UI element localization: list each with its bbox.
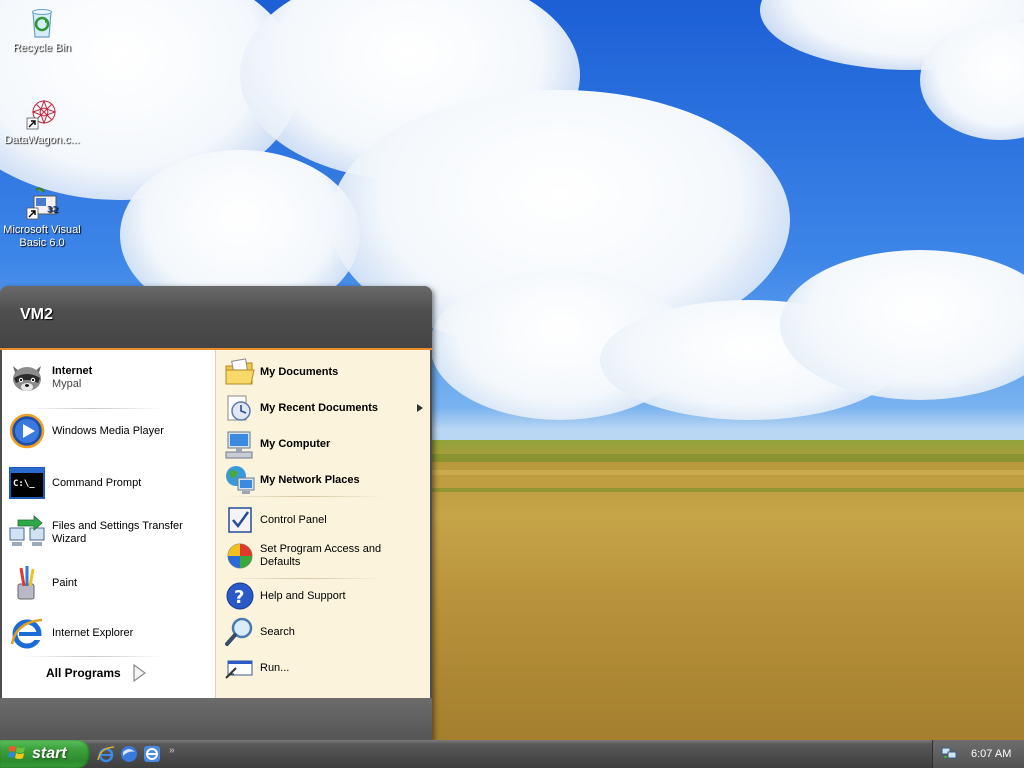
quick-launch-mypal-browser[interactable] [119, 744, 139, 764]
start-menu-programs-column: Internet Mypal Windows Media Player C:\_… [2, 350, 215, 698]
quick-launch-ie-alt[interactable] [142, 744, 162, 764]
desktop-icon-datawagon[interactable]: DataWagon.c... [0, 96, 84, 147]
help-icon: ? [224, 580, 256, 612]
place-item-my-recent-documents[interactable]: My Recent Documents [224, 392, 424, 424]
user-name: VM2 [20, 306, 53, 323]
separator [224, 496, 384, 497]
arrow-right-icon [131, 663, 147, 683]
recent-item-media-player[interactable]: Windows Media Player [8, 412, 164, 450]
pinned-item-label: Internet [52, 364, 93, 377]
start-menu-places-column: My Documents My Recent Documents My Comp… [215, 350, 430, 698]
start-menu: VM2 Internet Mypal Windows Media Player … [0, 286, 432, 740]
desktop-icon-visual-basic[interactable]: 32 Microsoft Visual Basic 6.0 [0, 186, 84, 250]
tool-item-run[interactable]: Run... [224, 652, 289, 684]
program-access-icon [224, 540, 256, 572]
svg-text:C:\_: C:\_ [13, 479, 35, 489]
visual-basic-shortcut-icon: 32 [24, 186, 60, 222]
setting-item-program-access[interactable]: Set Program Access and Defaults [224, 540, 390, 572]
recycle-bin-icon [24, 4, 60, 40]
start-label: start [32, 745, 67, 762]
desktop-icon-label: DataWagon.c... [4, 134, 80, 146]
separator [224, 578, 384, 579]
recent-item-command-prompt[interactable]: C:\_ Command Prompt [8, 464, 141, 502]
network-places-icon [224, 464, 256, 496]
control-panel-icon [224, 504, 256, 536]
all-programs-button[interactable]: All Programs [46, 663, 147, 683]
paint-icon [8, 564, 46, 602]
quick-launch-bar: » [96, 744, 175, 764]
datawagon-shortcut-icon [24, 96, 60, 132]
clock[interactable]: 6:07 AM [971, 748, 1011, 760]
tool-item-label: Run... [260, 661, 290, 674]
command-prompt-icon: C:\_ [8, 464, 46, 502]
desktop-icon-recycle-bin[interactable]: Recycle Bin [0, 4, 84, 55]
run-icon [224, 652, 256, 684]
internet-explorer-icon [8, 614, 46, 652]
transfer-wizard-icon [8, 514, 46, 552]
recent-item-internet-explorer[interactable]: Internet Explorer [8, 614, 133, 652]
place-item-label: My Recent Documents [260, 401, 378, 414]
start-button[interactable]: start [0, 740, 90, 768]
recent-item-label: Paint [52, 576, 78, 589]
pinned-item-sublabel: Mypal [52, 377, 82, 390]
setting-item-control-panel[interactable]: Control Panel [224, 504, 327, 536]
setting-item-label: Control Panel [260, 513, 327, 526]
submenu-arrow-icon [417, 403, 423, 415]
computer-icon [224, 428, 256, 460]
desktop-icon-label: Microsoft Visual Basic 6.0 [3, 224, 81, 249]
place-item-label: My Documents [260, 365, 339, 378]
svg-text:?: ? [234, 587, 244, 608]
recent-item-label: Command Prompt [52, 476, 142, 489]
all-programs-label: All Programs [46, 666, 121, 680]
taskbar: start » 6:07 AM [0, 740, 1024, 768]
recent-item-label: Files and Settings Transfer Wizard [52, 520, 183, 545]
separator [22, 408, 162, 409]
tool-item-help-and-support[interactable]: ? Help and Support [224, 580, 346, 612]
system-tray: 6:07 AM [932, 740, 1024, 768]
media-player-icon [8, 412, 46, 450]
quick-launch-more-icon[interactable]: » [169, 745, 175, 756]
tool-item-search[interactable]: Search [224, 616, 295, 648]
windows-logo-icon [8, 744, 26, 765]
network-connection-icon[interactable] [941, 745, 957, 764]
recent-item-label: Internet Explorer [52, 626, 134, 639]
recent-documents-icon [224, 392, 256, 424]
quick-launch-internet-explorer[interactable] [96, 744, 116, 764]
start-menu-footer [0, 698, 432, 740]
svg-text:32: 32 [47, 205, 58, 214]
desktop-icon-label: Recycle Bin [12, 42, 72, 54]
place-item-label: My Computer [260, 437, 331, 450]
tool-item-label: Search [260, 625, 295, 638]
start-menu-header: VM2 [0, 286, 432, 350]
place-item-my-network-places[interactable]: My Network Places [224, 464, 360, 496]
setting-item-label: Set Program Access and Defaults [260, 543, 382, 568]
place-item-my-computer[interactable]: My Computer [224, 428, 330, 460]
recent-item-transfer-wizard[interactable]: Files and Settings Transfer Wizard [8, 514, 192, 552]
recent-item-label: Windows Media Player [52, 424, 164, 437]
tool-item-label: Help and Support [260, 589, 346, 602]
search-icon [224, 616, 256, 648]
place-item-my-documents[interactable]: My Documents [224, 356, 338, 388]
recent-item-paint[interactable]: Paint [8, 564, 77, 602]
mypal-raccoon-icon [8, 358, 46, 396]
separator [22, 656, 162, 657]
place-item-label: My Network Places [260, 473, 360, 486]
folder-documents-icon [224, 356, 256, 388]
pinned-item-internet[interactable]: Internet Mypal [8, 358, 92, 396]
